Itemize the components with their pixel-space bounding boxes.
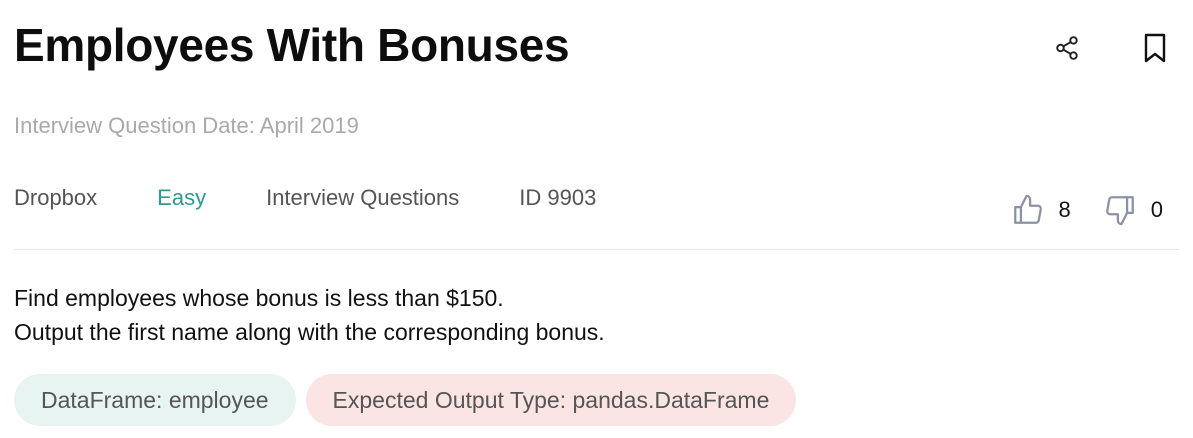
downvote-button[interactable]: 0 xyxy=(1103,193,1163,227)
thumbs-up-icon xyxy=(1013,194,1042,224)
company-link[interactable]: Dropbox xyxy=(14,185,97,211)
question-title: Employees With Bonuses xyxy=(14,19,570,71)
vote-controls: 8 0 xyxy=(1011,193,1163,227)
question-meta: Dropbox Easy Interview Questions ID 9903 xyxy=(14,185,656,211)
thumbs-down-icon xyxy=(1105,196,1134,226)
upvote-count: 8 xyxy=(1058,197,1071,222)
question-date: Interview Question Date: April 2019 xyxy=(14,113,359,138)
share-button[interactable] xyxy=(1051,30,1083,66)
bookmark-icon xyxy=(1144,33,1166,63)
header-actions xyxy=(1051,30,1171,66)
bookmark-button[interactable] xyxy=(1139,30,1171,66)
question-description: Find employees whose bonus is less than … xyxy=(14,281,605,349)
question-id: ID 9903 xyxy=(519,185,597,210)
downvote-count: 0 xyxy=(1150,197,1163,222)
dataframe-chip[interactable]: DataFrame: employee xyxy=(14,374,296,426)
share-icon xyxy=(1056,36,1078,60)
description-line: Find employees whose bonus is less than … xyxy=(14,285,504,311)
output-type-chip: Expected Output Type: pandas.DataFrame xyxy=(305,374,797,426)
upvote-button[interactable]: 8 xyxy=(1011,193,1071,227)
section-divider xyxy=(14,249,1179,250)
tag-chips: DataFrame: employee Expected Output Type… xyxy=(14,374,797,426)
category-link[interactable]: Interview Questions xyxy=(266,185,459,211)
difficulty-label[interactable]: Easy xyxy=(157,185,206,211)
description-line: Output the first name along with the cor… xyxy=(14,319,605,345)
